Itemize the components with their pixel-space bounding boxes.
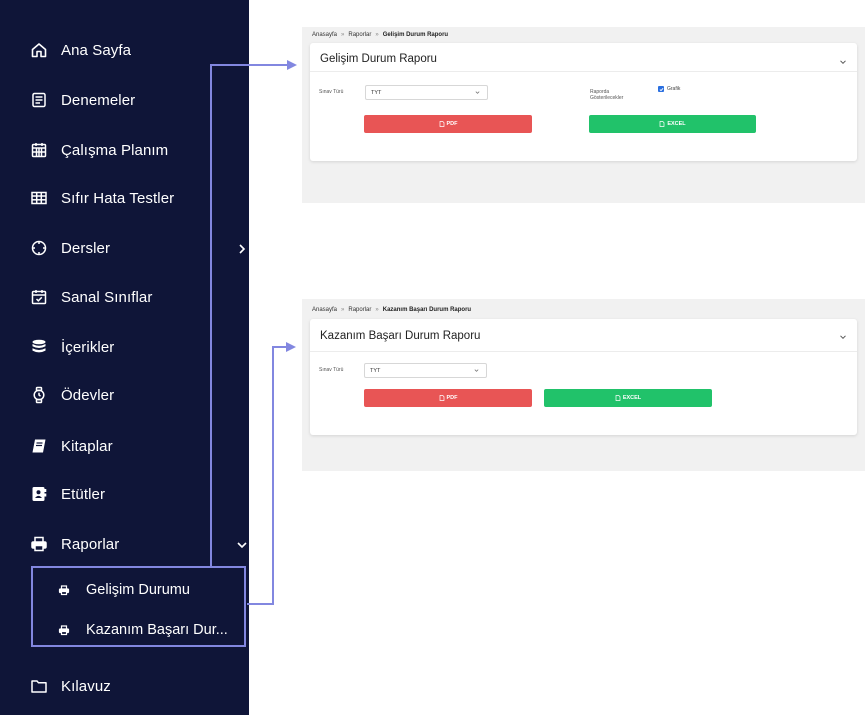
pdf-button-label: PDF [446,395,458,401]
breadcrumb-separator: » [341,307,345,313]
sidebar: Ana Sayfa Denemeler Çalışma Planım Sıfır… [0,0,249,715]
sidebar-item-label: Sıfır Hata Testler [61,189,175,207]
report-card: Gelişim Durum Raporu Sınav Türü TYT Rapo… [310,43,857,161]
chart-checkbox-label: Grafik [667,86,681,92]
card-divider [310,71,857,72]
calendar-icon [30,141,48,159]
breadcrumb-section-link[interactable]: Raporlar [348,32,371,38]
sidebar-item-etutler[interactable]: Etütler [30,482,105,506]
printer-icon [58,624,70,636]
home-icon [30,41,48,59]
exam-type-value: TYT [371,89,382,96]
sidebar-item-label: Denemeler [61,91,136,109]
sidebar-item-label: Kitaplar [61,437,113,455]
chevron-down-icon [475,90,480,95]
collapse-chevron-icon[interactable] [839,53,847,65]
breadcrumb-home-link[interactable]: Anasayfa [312,307,337,313]
sidebar-item-dersler[interactable]: Dersler [30,236,246,260]
chart-checkbox[interactable] [658,86,664,92]
exam-type-label: Sınav Türü [319,89,344,95]
sidebar-item-denemeler[interactable]: Denemeler [30,88,135,112]
sidebar-item-ana-sayfa[interactable]: Ana Sayfa [30,38,131,62]
breadcrumb-separator: » [341,32,345,38]
card-title: Kazanım Başarı Durum Raporu [320,330,481,342]
excel-button-label: EXCEL [622,395,642,401]
chevron-right-icon [236,242,248,254]
pdf-file-icon [439,121,445,127]
card-title: Gelişim Durum Raporu [320,53,437,65]
card-divider [310,351,857,352]
breadcrumb: Anasayfa» Raporlar» Kazanım Başarı Durum R… [312,307,471,313]
printer-icon [58,584,70,596]
connector-arrow-kazanim [247,346,287,605]
sidebar-item-sanal-siniflar[interactable]: Sanal Sınıflar [30,285,152,309]
breadcrumb: Anasayfa» Raporlar» Gelişim Durum Raporu [312,32,448,38]
sidebar-item-calisma-plani[interactable]: Çalışma Planım [30,138,168,162]
breadcrumb-section-link[interactable]: Raporlar [348,307,371,313]
pdf-button[interactable]: PDF [364,389,532,407]
pdf-button-label: PDF [446,121,458,127]
sidebar-item-sifir-hata-testler[interactable]: Sıfır Hata Testler [30,186,174,210]
sidebar-item-icerikler[interactable]: İçerikler [30,335,114,359]
show-in-report-label-line2: Gösterilecekler [590,95,624,101]
sidebar-item-label: Çalışma Planım [61,141,169,159]
sidebar-item-kilavuz[interactable]: Kılavuz [30,674,111,698]
crosshair-icon [30,239,48,257]
collapse-chevron-icon[interactable] [839,328,847,340]
exam-type-select[interactable]: TYT [365,85,488,100]
sidebar-item-raporlar[interactable]: Raporlar [30,532,247,556]
chevron-down-icon [474,368,479,373]
excel-button-label: EXCEL [667,121,686,127]
folder-icon [30,677,48,695]
sidebar-item-odevler[interactable]: Ödevler [30,383,114,407]
breadcrumb-current: Gelişim Durum Raporu [382,32,449,38]
submenu-item-label: Gelişim Durumu [86,582,190,598]
report-panel-gelisim: Anasayfa» Raporlar» Gelişim Durum Raporu G… [302,27,865,203]
pdf-file-icon [439,395,445,401]
calendar-check-icon [30,288,48,306]
excel-button[interactable]: EXCEL [544,389,712,407]
arrow-head-icon [287,60,297,70]
submenu-item-gelisim-durumu[interactable]: Gelişim Durumu [58,579,190,601]
breadcrumb-separator: » [375,32,379,38]
pdf-button[interactable]: PDF [364,115,532,133]
show-in-report-label: Raporda Gösterilecekler [590,89,623,101]
printer-icon [30,535,48,553]
document-list-icon [30,91,48,109]
chevron-down-icon [236,538,248,550]
arrow-head-icon [286,342,296,352]
sidebar-item-label: Sanal Sınıflar [61,288,153,306]
report-panel-kazanim: Anasayfa» Raporlar» Kazanım Başarı Durum R… [302,299,865,471]
table-grid-icon [30,189,48,207]
sidebar-item-label: Raporlar [61,535,120,553]
submenu-item-kazanim-basari[interactable]: Kazanım Başarı Dur... [58,619,228,641]
sidebar-item-label: Kılavuz [61,677,111,695]
exam-type-label: Sınav Türü [319,367,344,373]
excel-file-icon [659,121,665,127]
sidebar-item-kitaplar[interactable]: Kitaplar [30,434,113,458]
exam-type-select[interactable]: TYT [364,363,487,378]
sidebar-item-label: İçerikler [61,338,115,356]
exam-type-value: TYT [370,367,381,374]
sidebar-item-label: Ödevler [61,386,115,404]
sidebar-item-label: Dersler [61,239,111,257]
contact-card-icon [30,485,48,503]
sidebar-item-label: Ana Sayfa [61,41,132,59]
excel-button[interactable]: EXCEL [589,115,756,133]
submenu-item-label: Kazanım Başarı Dur... [86,622,228,638]
book-icon [30,437,48,455]
stopwatch-icon [30,386,48,404]
sidebar-item-label: Etütler [61,485,106,503]
breadcrumb-separator: » [375,307,379,313]
excel-file-icon [615,395,621,401]
breadcrumb-current: Kazanım Başarı Durum Raporu [382,307,472,313]
breadcrumb-home-link[interactable]: Anasayfa [312,32,337,38]
report-card: Kazanım Başarı Durum Raporu Sınav Türü T… [310,319,857,435]
database-icon [30,338,48,356]
